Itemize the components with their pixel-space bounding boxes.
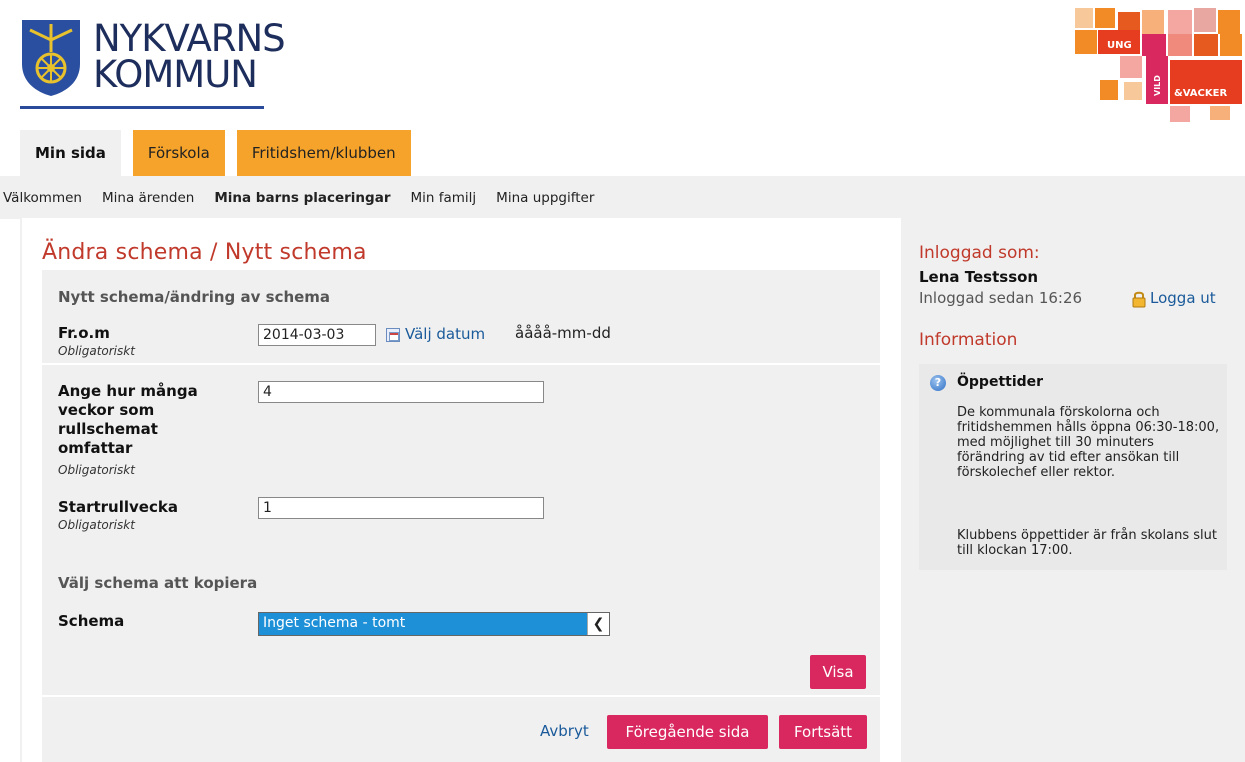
info-text-hours: De kommunala förskolorna och fritidshemm… bbox=[957, 405, 1220, 480]
user-name: Lena Testsson bbox=[919, 268, 1039, 286]
start-week-required: Obligatoriskt bbox=[58, 518, 135, 532]
main-tabs: Min sida Förskola Fritidshem/klubben bbox=[20, 130, 423, 176]
logged-in-title: Inloggad som: bbox=[919, 243, 1040, 263]
logout-link[interactable]: Logga ut bbox=[1150, 289, 1216, 307]
brand-ung-text: UNG bbox=[1107, 40, 1132, 51]
tab-label: Fritidshem/klubben bbox=[251, 144, 396, 162]
coat-of-arms-icon bbox=[22, 20, 80, 96]
logo-line-1: NYKVARNS bbox=[93, 17, 286, 60]
chevron-down-icon[interactable]: ❮ bbox=[587, 613, 609, 635]
previous-page-button[interactable]: Föregående sida bbox=[607, 715, 768, 749]
from-date-label: Fr.o.m bbox=[58, 324, 110, 342]
from-date-required: Obligatoriskt bbox=[58, 344, 135, 358]
tab-label: Min sida bbox=[35, 144, 106, 162]
date-format-hint: åååå-mm-dd bbox=[515, 324, 611, 342]
subnav-mina-uppgifter[interactable]: Mina uppgifter bbox=[496, 190, 594, 206]
section-title-copy-schedule: Välj schema att kopiera bbox=[58, 574, 258, 592]
form-divider bbox=[42, 363, 880, 365]
weeks-required: Obligatoriskt bbox=[58, 463, 135, 477]
pick-date-link[interactable]: Välj datum bbox=[405, 325, 485, 343]
information-title: Information bbox=[919, 330, 1018, 350]
continue-button[interactable]: Fortsätt bbox=[779, 715, 867, 749]
weeks-input[interactable] bbox=[258, 381, 544, 403]
schedule-selected-value: Inget schema - tomt bbox=[263, 615, 406, 631]
weeks-label-line: rullschemat bbox=[58, 420, 158, 438]
calendar-icon[interactable] bbox=[386, 328, 400, 342]
show-button[interactable]: Visa bbox=[810, 655, 866, 689]
tab-fritidshem[interactable]: Fritidshem/klubben bbox=[236, 130, 411, 176]
start-week-label: Startrullvecka bbox=[58, 498, 178, 516]
logged-in-since: Inloggad sedan 16:26 bbox=[919, 289, 1083, 307]
municipality-logo[interactable]: NYKVARNS KOMMUN bbox=[20, 18, 286, 110]
section-title-new-schedule: Nytt schema/ändring av schema bbox=[58, 288, 331, 306]
subnav-mina-arenden[interactable]: Mina ärenden bbox=[102, 190, 194, 206]
logo-underline bbox=[20, 106, 264, 109]
weeks-label-line: Ange hur många bbox=[58, 382, 198, 400]
schedule-select[interactable]: Inget schema - tomt ❮ bbox=[258, 612, 610, 636]
logo-line-2: KOMMUN bbox=[93, 53, 258, 96]
question-icon: ? bbox=[930, 375, 946, 391]
schedule-label: Schema bbox=[58, 612, 125, 630]
subnav-mina-barns-placeringar[interactable]: Mina barns placeringar bbox=[214, 190, 390, 206]
logo-text: NYKVARNS KOMMUN bbox=[93, 17, 286, 96]
brand-vild-text: VILD bbox=[1153, 75, 1162, 96]
lock-icon bbox=[1132, 291, 1146, 308]
tab-forskola[interactable]: Förskola bbox=[132, 130, 225, 176]
brand-vacker-text: &VACKER bbox=[1174, 88, 1227, 99]
info-heading: Öppettider bbox=[957, 374, 1044, 390]
cancel-link[interactable]: Avbryt bbox=[540, 722, 589, 740]
start-week-input[interactable] bbox=[258, 497, 544, 519]
weeks-label-line: omfattar bbox=[58, 439, 133, 457]
brand-mosaic-logo: UNG VILD &VACKER bbox=[1075, 8, 1242, 122]
weeks-label: Ange hur många veckor som rullschemat om… bbox=[58, 382, 198, 458]
sub-navigation: Välkommen Mina ärenden Mina barns placer… bbox=[0, 176, 1245, 219]
from-date-input[interactable] bbox=[258, 324, 376, 346]
page-title: Ändra schema / Nytt schema bbox=[42, 240, 367, 265]
subnav-valkommen[interactable]: Välkommen bbox=[3, 190, 82, 206]
info-text-club: Klubbens öppettider är från skolans slut… bbox=[957, 528, 1217, 558]
tab-label: Förskola bbox=[147, 144, 210, 162]
weeks-label-line: veckor som bbox=[58, 401, 155, 419]
tab-min-sida[interactable]: Min sida bbox=[20, 130, 121, 176]
subnav-min-familj[interactable]: Min familj bbox=[410, 190, 476, 206]
